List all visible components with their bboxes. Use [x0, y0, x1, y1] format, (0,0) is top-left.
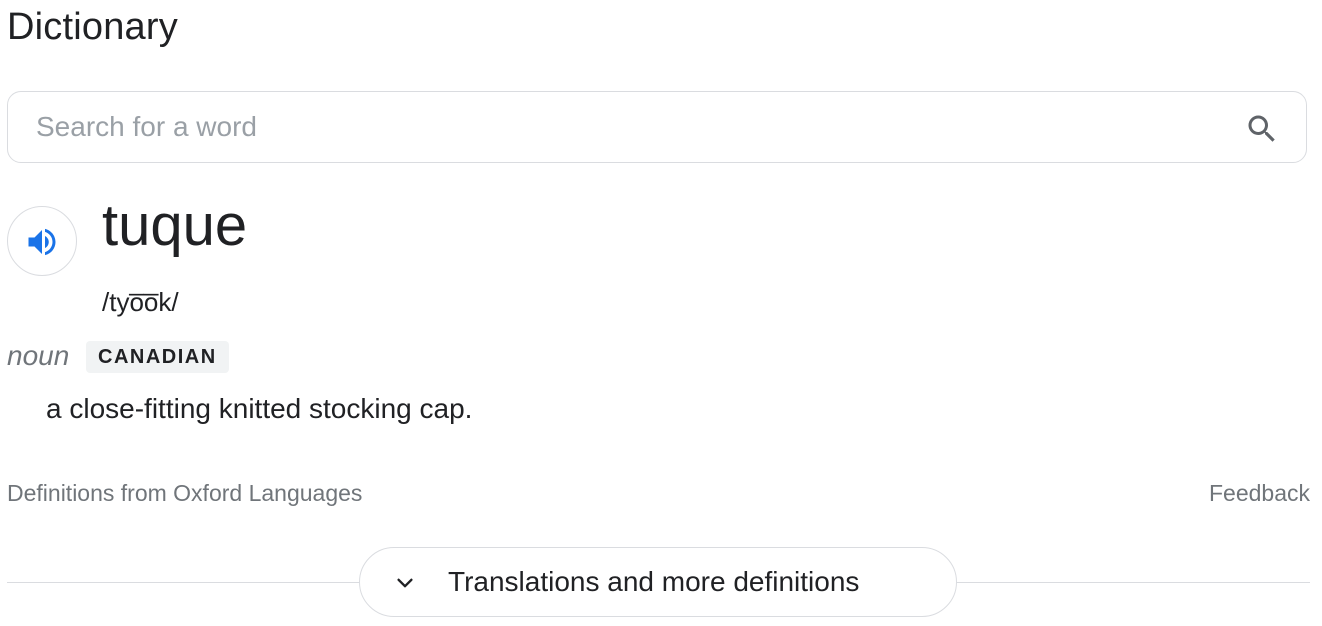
pronunciation-audio-button[interactable]	[7, 206, 77, 276]
search-input[interactable]	[36, 92, 1216, 162]
speaker-icon	[28, 228, 56, 256]
chevron-down-icon	[397, 578, 413, 588]
pronunciation: /tyo̅o̅k/	[102, 287, 179, 317]
definition-text: a close-fitting knitted stocking cap.	[46, 393, 473, 424]
definitions-source: Definitions from Oxford Languages	[7, 480, 363, 506]
more-definitions-button[interactable]: Translations and more definitions	[359, 547, 957, 617]
feedback-link[interactable]: Feedback	[1209, 480, 1310, 507]
divider-right	[957, 582, 1310, 583]
part-of-speech: noun	[7, 340, 70, 371]
region-badge: CANADIAN	[86, 341, 229, 373]
search-box[interactable]	[7, 91, 1307, 163]
search-icon[interactable]	[1244, 111, 1280, 147]
headword: tuque	[102, 193, 248, 258]
more-definitions-label: Translations and more definitions	[448, 566, 860, 597]
divider-left	[7, 582, 360, 583]
page-title: Dictionary	[7, 6, 178, 48]
